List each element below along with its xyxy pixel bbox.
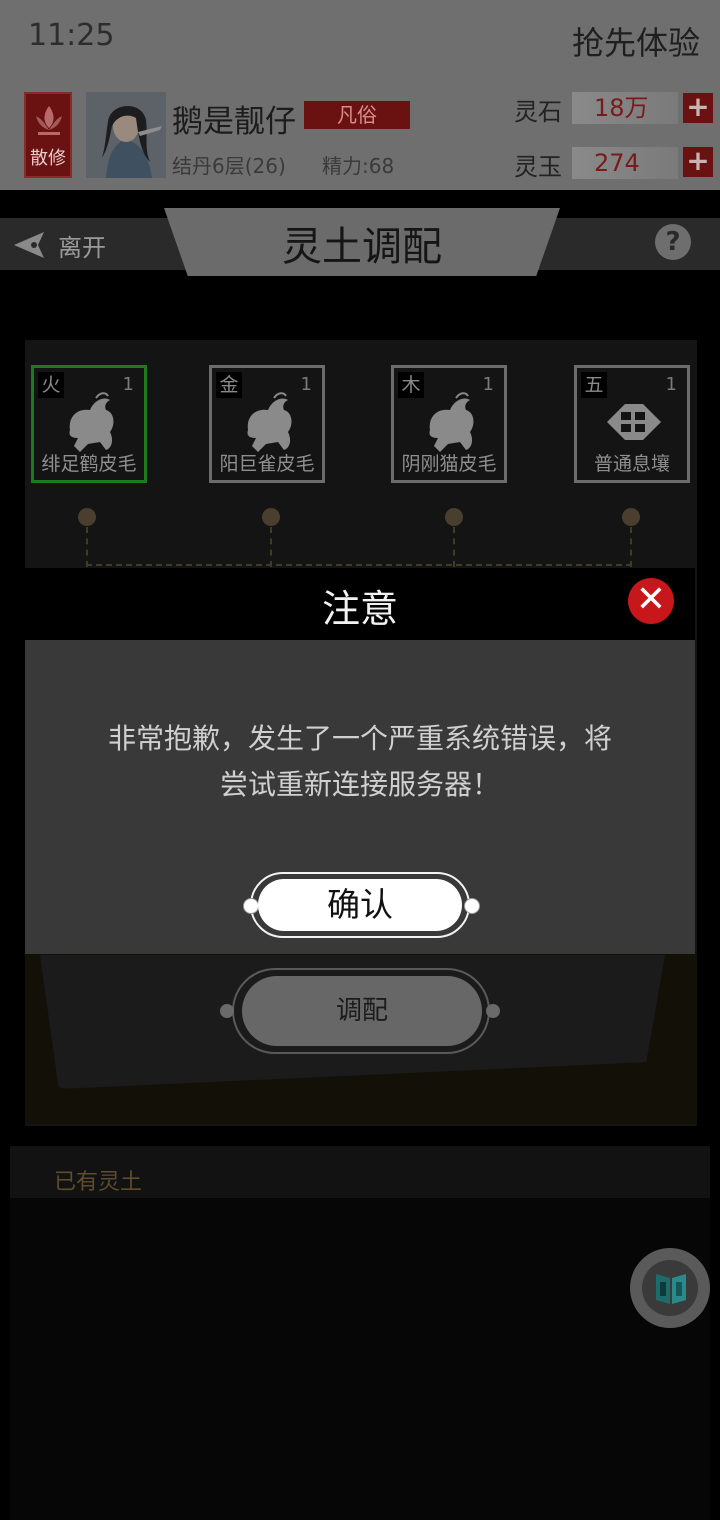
avatar[interactable] <box>86 92 166 178</box>
status-time: 11:25 <box>28 18 115 53</box>
rank-badge: 凡俗 <box>304 101 410 129</box>
soil-icon <box>607 404 661 440</box>
ring-dot <box>243 898 259 914</box>
lotus-icon <box>36 106 62 135</box>
leave-label: 离开 <box>58 233 106 262</box>
pelt-icon <box>429 392 474 452</box>
page-title: 灵土调配 <box>282 224 442 270</box>
spirit-jade-value: 274 <box>572 147 678 179</box>
book-icon <box>656 1274 686 1304</box>
slot-quantity: 1 <box>300 374 312 395</box>
slot-quantity: 1 <box>122 374 134 395</box>
floating-menu-button[interactable] <box>630 1248 710 1328</box>
connector-line <box>86 527 88 567</box>
sect-label: 散修 <box>30 148 66 169</box>
spirit-stone-label: 灵石 <box>514 98 562 126</box>
slot-quantity: 1 <box>482 374 494 395</box>
connector-line <box>453 527 455 567</box>
sect-badge[interactable]: 散修 <box>24 92 72 178</box>
dialog-message-line-1: 非常抱歉，发生了一个严重系统错误，将 <box>107 722 612 755</box>
cultivation-realm: 结丹6层(26) <box>172 154 286 178</box>
add-spirit-jade-button[interactable]: + <box>683 147 713 177</box>
connector-line <box>86 564 632 566</box>
slot-name: 绯足鹤皮毛 <box>41 453 137 475</box>
early-access-label: 抢先体验 <box>571 24 700 62</box>
owned-soils-label: 已有灵土 <box>54 1170 143 1195</box>
slot-name: 阴刚猫皮毛 <box>401 453 497 475</box>
player-name: 鹅是靓仔 <box>172 104 296 140</box>
add-spirit-stone-button[interactable]: + <box>683 93 713 123</box>
material-slot-metal[interactable]: 金 1 阳巨雀皮毛 <box>209 365 325 483</box>
connector-line <box>630 527 632 567</box>
material-slot-wood[interactable]: 木 1 阴刚猫皮毛 <box>391 365 507 483</box>
slot-name: 普通息壤 <box>593 453 670 475</box>
material-slot-five[interactable]: 五 1 普通息壤 <box>574 365 690 483</box>
pelt-icon <box>247 392 292 452</box>
connector-node <box>78 508 96 526</box>
help-button[interactable]: ? <box>655 224 691 260</box>
spirit-stone-value: 18万 <box>572 92 678 124</box>
leave-button[interactable]: 离开 <box>12 228 106 262</box>
connector-node <box>262 508 280 526</box>
ring-dot <box>464 898 480 914</box>
connector-node <box>445 508 463 526</box>
connector-line <box>270 527 272 567</box>
pelt-icon <box>69 392 114 452</box>
connector-node <box>622 508 640 526</box>
ring-dot <box>220 1004 234 1018</box>
dialog-message: 非常抱歉，发生了一个严重系统错误，将 尝试重新连接服务器！ <box>25 716 695 808</box>
owned-soils-list <box>10 1198 710 1520</box>
back-arrow-icon <box>14 232 44 258</box>
slot-quantity: 1 <box>665 374 677 395</box>
dialog-title: 注意 <box>321 587 398 631</box>
mix-button[interactable]: 调配 <box>242 976 482 1046</box>
close-icon[interactable]: ✕ <box>628 578 674 624</box>
spirit-jade-label: 灵玉 <box>514 153 562 181</box>
confirm-button[interactable]: 确认 <box>258 879 462 931</box>
ring-dot <box>486 1004 500 1018</box>
energy-value: 精力:68 <box>322 154 395 178</box>
dialog-message-line-2: 尝试重新连接服务器！ <box>219 768 500 801</box>
slot-name: 阳巨雀皮毛 <box>219 453 315 475</box>
material-slot-fire[interactable]: 火 1 绯足鹤皮毛 <box>31 365 147 483</box>
character-portrait <box>86 92 166 178</box>
